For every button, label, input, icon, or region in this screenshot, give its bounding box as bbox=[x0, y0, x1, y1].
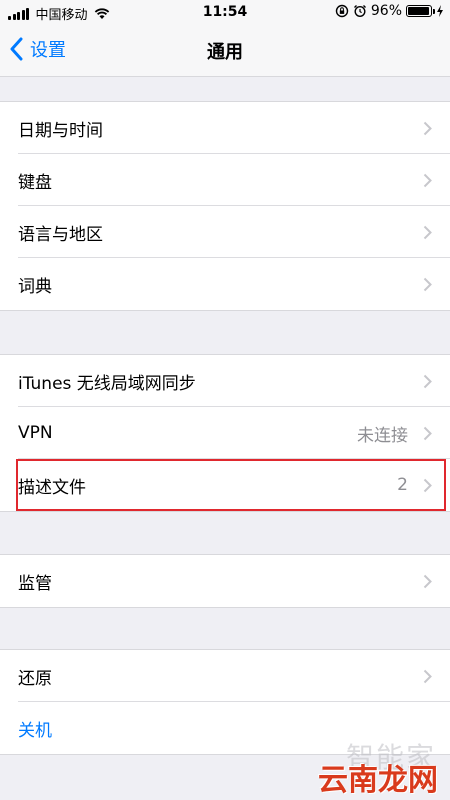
vpn-status-value: 未连接 bbox=[357, 425, 408, 446]
chevron-right-icon bbox=[423, 669, 432, 684]
row-label: 日期与时间 bbox=[18, 120, 103, 141]
battery-fill bbox=[408, 7, 430, 15]
chevron-right-icon bbox=[423, 374, 432, 389]
alarm-icon bbox=[353, 5, 366, 18]
status-right: 96% bbox=[331, 3, 444, 19]
chevron-right-icon bbox=[423, 277, 432, 292]
navigation-bar: 设置 通用 bbox=[0, 26, 450, 77]
page-title: 通用 bbox=[207, 42, 243, 63]
chevron-right-icon bbox=[423, 426, 432, 441]
row-label: 还原 bbox=[18, 668, 52, 689]
settings-group-1: 日期与时间 键盘 语言与地区 词典 bbox=[0, 101, 450, 311]
row-keyboard[interactable]: 键盘 bbox=[0, 154, 450, 206]
row-language-region[interactable]: 语言与地区 bbox=[0, 206, 450, 258]
watermark-main: 云南龙网 bbox=[318, 763, 438, 798]
row-label: iTunes 无线局域网同步 bbox=[18, 373, 196, 394]
highlight-box bbox=[16, 459, 446, 511]
status-bar: 中国移动 11:54 96% bbox=[0, 0, 450, 26]
charging-bolt-icon bbox=[437, 5, 443, 17]
row-supervision[interactable]: 监管 bbox=[0, 555, 450, 607]
row-label: 语言与地区 bbox=[18, 224, 103, 245]
chevron-right-icon bbox=[423, 225, 432, 240]
chevron-right-icon bbox=[423, 173, 432, 188]
rotation-lock-icon bbox=[335, 4, 349, 18]
row-reset[interactable]: 还原 bbox=[0, 650, 450, 702]
chevron-right-icon bbox=[423, 121, 432, 136]
row-label: 键盘 bbox=[18, 172, 52, 193]
battery-icon bbox=[406, 5, 435, 17]
row-vpn[interactable]: VPN 未连接 bbox=[0, 407, 450, 459]
row-label: VPN bbox=[18, 423, 53, 443]
shut-down-button[interactable]: 关机 bbox=[18, 716, 52, 741]
row-date-time[interactable]: 日期与时间 bbox=[0, 102, 450, 154]
row-itunes-wifi-sync[interactable]: iTunes 无线局域网同步 bbox=[0, 355, 450, 407]
battery-percent: 96% bbox=[370, 3, 402, 19]
row-label: 词典 bbox=[18, 276, 52, 297]
row-dictionary[interactable]: 词典 bbox=[0, 258, 450, 310]
row-label: 监管 bbox=[18, 573, 52, 594]
chevron-right-icon bbox=[423, 574, 432, 589]
settings-group-3: 监管 bbox=[0, 554, 450, 608]
